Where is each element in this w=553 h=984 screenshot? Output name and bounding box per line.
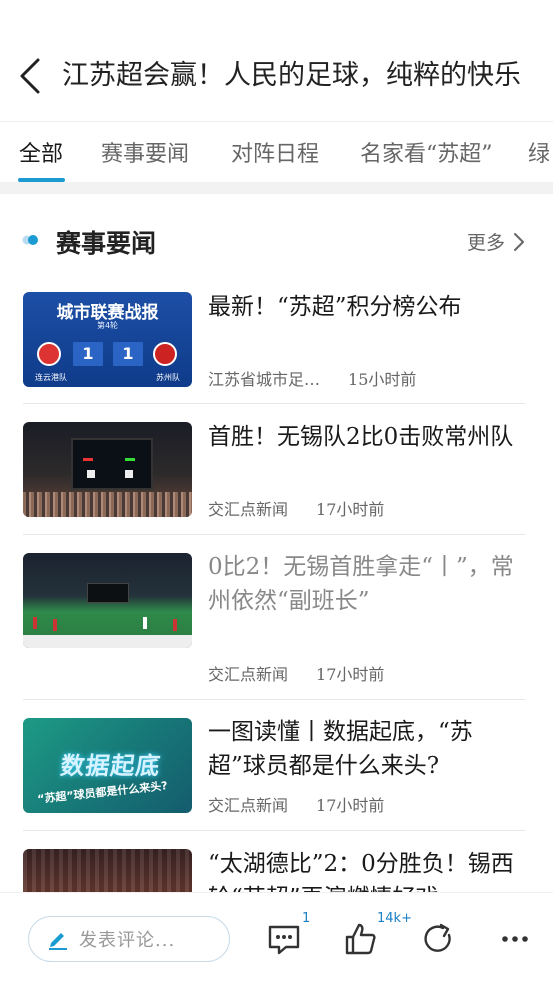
news-meta: 江苏省城市足… 15小时前 bbox=[208, 366, 416, 390]
news-time: 17小时前 bbox=[316, 500, 385, 519]
thumb-big-text: 数据起底 bbox=[58, 752, 163, 780]
like-count-badge: 14k+ bbox=[377, 911, 412, 926]
news-thumbnail bbox=[23, 422, 192, 517]
like-button[interactable] bbox=[343, 921, 379, 957]
more-options-button[interactable] bbox=[497, 921, 533, 957]
home-team: 连云港队 bbox=[35, 373, 67, 382]
chevron-right-icon bbox=[514, 232, 524, 251]
section-title: 赛事要闻 bbox=[56, 229, 157, 258]
scoreboard-image bbox=[71, 438, 153, 490]
scoreboard-image bbox=[87, 583, 129, 603]
news-time: 17小时前 bbox=[316, 665, 385, 684]
away-team: 苏州队 bbox=[156, 373, 180, 382]
news-thumbnail bbox=[23, 553, 192, 648]
tab-more-partial[interactable]: 绿 bbox=[528, 136, 550, 168]
team-badge-icon bbox=[37, 342, 61, 366]
divider bbox=[23, 830, 525, 831]
divider bbox=[23, 699, 525, 700]
comment-placeholder: 发表评论... bbox=[79, 930, 176, 951]
bottom-action-bar: 发表评论... 1 14k+ bbox=[0, 892, 553, 984]
more-dots-icon bbox=[502, 936, 528, 942]
thumb-round: 第4轮 bbox=[96, 321, 119, 330]
tab-experts[interactable]: 名家看“苏超” bbox=[360, 136, 493, 168]
share-arrow-icon bbox=[424, 923, 451, 952]
section-header: 赛事要闻 更多 bbox=[0, 218, 553, 264]
chevron-left-icon bbox=[20, 58, 40, 94]
comment-input[interactable]: 发表评论... bbox=[28, 916, 230, 962]
comment-bubble-icon bbox=[268, 925, 300, 955]
tab-news[interactable]: 赛事要闻 bbox=[101, 136, 189, 168]
news-time: 15小时前 bbox=[348, 370, 417, 389]
page-title: 江苏超会赢！人民的足球，纯粹的快乐 bbox=[62, 60, 521, 91]
news-thumbnail bbox=[23, 849, 192, 892]
news-item[interactable]: “太湖德比”2：0分胜负！锡西轮“苏超”再演燃情好戏 bbox=[23, 849, 525, 892]
tab-bar: 全部 赛事要闻 对阵日程 名家看“苏超” 绿 bbox=[0, 121, 553, 181]
share-button[interactable] bbox=[421, 921, 457, 957]
news-title: 一图读懂丨数据起底，“苏超”球员都是什么来头? bbox=[208, 719, 473, 779]
news-item[interactable]: 0比2！无锡首胜拿走“丨”，常州依然“副班长” 交汇点新闻 17小时前 bbox=[23, 553, 525, 684]
back-button[interactable] bbox=[14, 54, 50, 98]
home-score: 1 bbox=[73, 342, 103, 366]
crowd-image bbox=[23, 492, 192, 517]
news-source: 江苏省城市足… bbox=[208, 370, 321, 389]
section-dot-icon bbox=[22, 235, 38, 245]
news-meta: 交汇点新闻 17小时前 bbox=[208, 792, 384, 816]
divider bbox=[23, 534, 525, 535]
more-label: 更多 bbox=[466, 232, 505, 254]
team-badge-icon bbox=[153, 342, 177, 366]
crowd-image bbox=[23, 849, 192, 892]
news-item[interactable]: 首胜！无锡队2比0击败常州队 交汇点新闻 17小时前 bbox=[23, 422, 525, 520]
news-source: 交汇点新闻 bbox=[208, 665, 289, 684]
section-divider bbox=[0, 182, 553, 194]
news-thumbnail: 数据起底 “苏超”球员都是什么来头? bbox=[23, 718, 192, 813]
news-source: 交汇点新闻 bbox=[208, 500, 289, 519]
thumbs-up-icon bbox=[345, 923, 376, 955]
more-button[interactable]: 更多 bbox=[467, 228, 525, 255]
comment-count-badge: 1 bbox=[302, 911, 311, 926]
news-meta: 交汇点新闻 17小时前 bbox=[208, 496, 384, 520]
comments-button[interactable] bbox=[266, 921, 302, 957]
news-title: 首胜！无锡队2比0击败常州队 bbox=[208, 424, 514, 450]
news-item[interactable]: 数据起底 “苏超”球员都是什么来头? 一图读懂丨数据起底，“苏超”球员都是什么来… bbox=[23, 718, 525, 816]
news-list: 城市联赛战报 第4轮 1 1 连云港队 苏州队 最新！“苏超”积分榜公布 江苏省… bbox=[0, 272, 553, 892]
thumb-sub-text: “苏超”球员都是什么来头? bbox=[36, 779, 169, 806]
news-item[interactable]: 城市联赛战报 第4轮 1 1 连云港队 苏州队 最新！“苏超”积分榜公布 江苏省… bbox=[23, 292, 525, 390]
header: 江苏超会赢！人民的足球，纯粹的快乐 bbox=[0, 0, 553, 120]
news-title: 0比2！无锡首胜拿走“丨”，常州依然“副班长” bbox=[208, 554, 514, 614]
news-meta: 交汇点新闻 17小时前 bbox=[208, 661, 384, 685]
pencil-icon bbox=[49, 933, 67, 950]
ad-board-image bbox=[23, 635, 192, 648]
news-title: 最新！“苏超”积分榜公布 bbox=[208, 294, 462, 320]
news-time: 17小时前 bbox=[316, 796, 385, 815]
away-score: 1 bbox=[113, 342, 143, 366]
divider bbox=[23, 403, 525, 404]
news-thumbnail: 城市联赛战报 第4轮 1 1 连云港队 苏州队 bbox=[23, 292, 192, 387]
news-title: “太湖德比”2：0分胜负！锡西轮“苏超”再演燃情好戏 bbox=[208, 851, 514, 892]
tab-all[interactable]: 全部 bbox=[19, 136, 63, 168]
news-source: 交汇点新闻 bbox=[208, 796, 289, 815]
tab-schedule[interactable]: 对阵日程 bbox=[231, 136, 319, 168]
